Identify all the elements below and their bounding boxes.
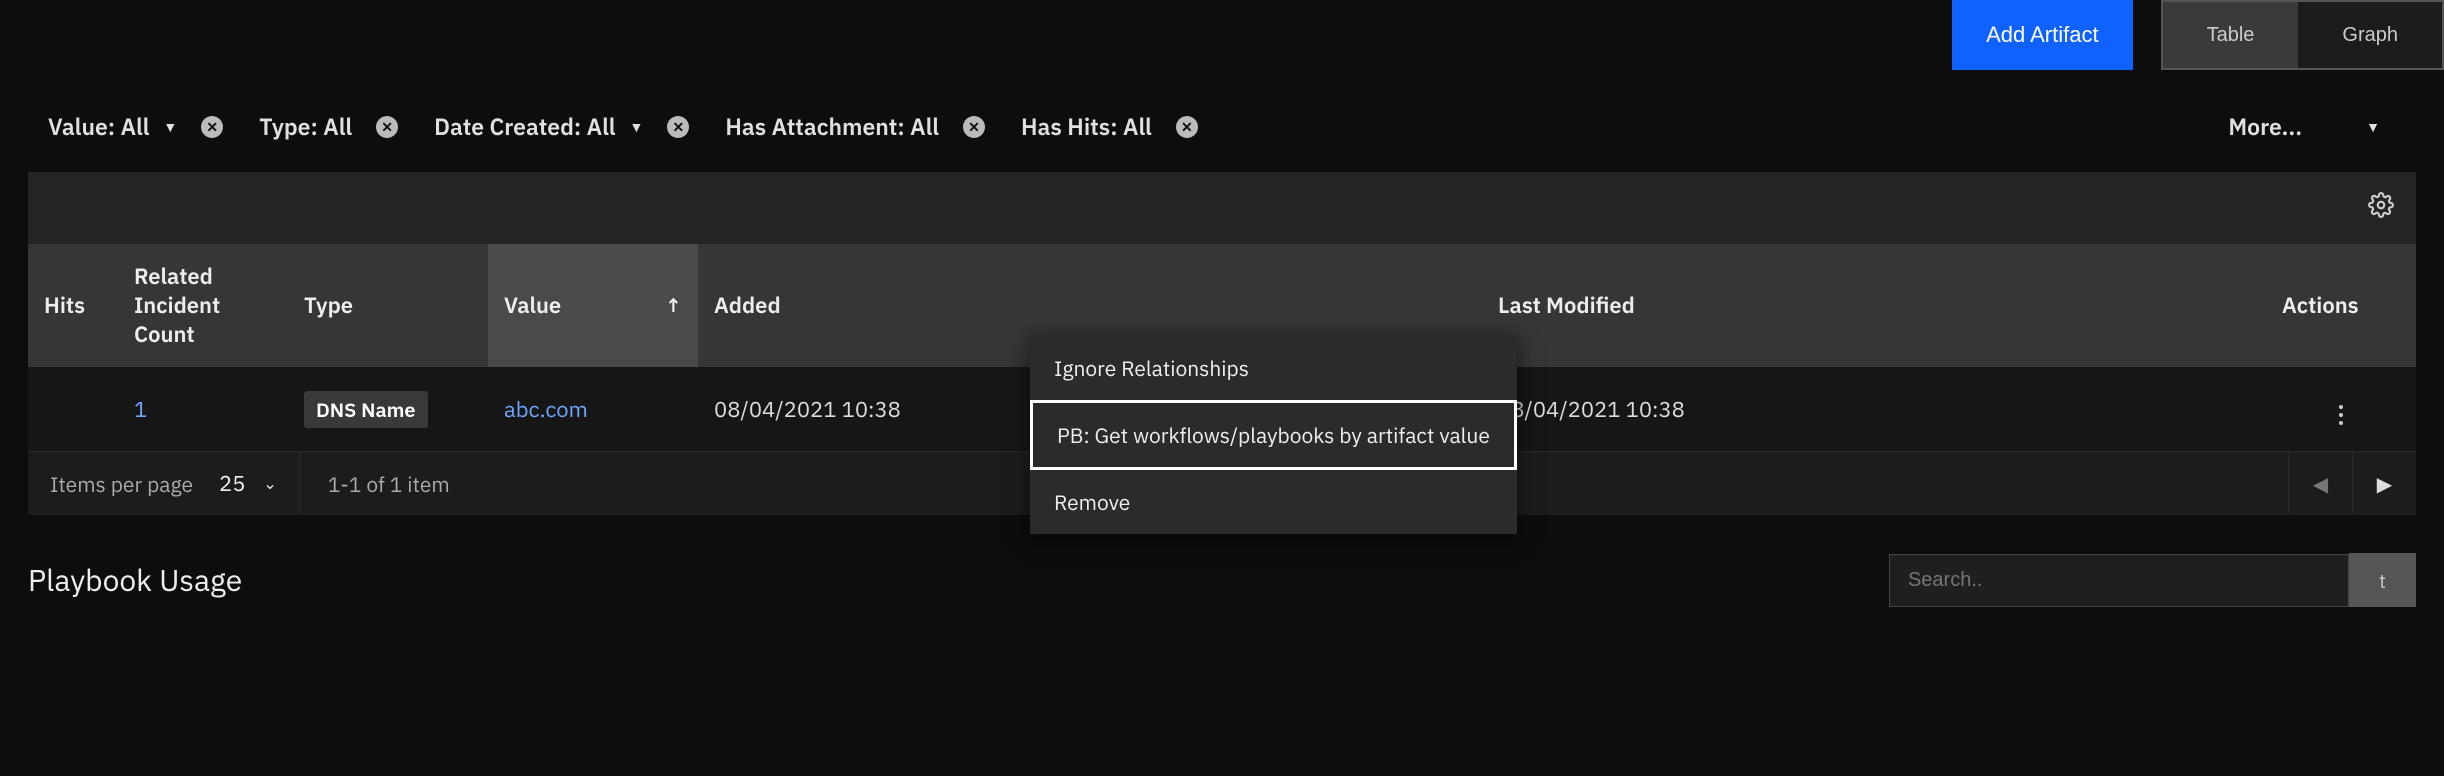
filter-date-created[interactable]: Date Created: All ▼ ✕	[434, 112, 689, 142]
row-actions-menu-icon[interactable]	[2329, 399, 2353, 431]
chevron-down-icon: ▼	[2366, 118, 2380, 136]
filter-has-attachment[interactable]: Has Attachment: All ✕	[725, 112, 985, 142]
filter-more-label: More...	[2228, 112, 2302, 142]
col-last-modified[interactable]: Last Modified	[1482, 244, 2266, 367]
filter-type-label: Type: All	[259, 112, 352, 142]
col-type[interactable]: Type	[288, 244, 488, 367]
pagination-range: 1-1 of 1 item	[300, 470, 478, 498]
filter-has-hits[interactable]: Has Hits: All ✕	[1021, 112, 1198, 142]
items-per-page-label: Items per page	[50, 470, 193, 498]
search-input[interactable]	[1889, 554, 2349, 607]
filter-date-label: Date Created: All	[434, 112, 615, 142]
row-context-menu: Ignore Relationships PB: Get workflows/p…	[1030, 336, 1517, 534]
col-actions: Actions	[2266, 244, 2416, 367]
chevron-down-icon: ▼	[163, 118, 177, 136]
gear-icon[interactable]	[2368, 192, 2394, 224]
clear-filter-value-icon[interactable]: ✕	[201, 116, 223, 138]
sort-asc-icon: ↑	[664, 291, 682, 318]
col-related[interactable]: Related Incident Count	[118, 244, 288, 367]
page-size-value: 25	[219, 469, 245, 498]
cell-modified: 08/04/2021 10:38	[1482, 367, 2266, 451]
filter-type[interactable]: Type: All ✕	[259, 112, 398, 142]
value-link[interactable]: abc.com	[504, 395, 588, 424]
view-graph-tab[interactable]: Graph	[2298, 2, 2442, 68]
filter-value-label: Value: All	[48, 112, 149, 142]
filter-hits-label: Has Hits: All	[1021, 112, 1152, 142]
type-badge: DNS Name	[304, 391, 428, 428]
menu-get-workflows[interactable]: PB: Get workflows/playbooks by artifact …	[1030, 400, 1517, 470]
chevron-down-icon: ⌄	[263, 474, 276, 494]
next-page-button[interactable]: ▶	[2352, 452, 2416, 515]
filter-value[interactable]: Value: All ▼ ✕	[48, 112, 223, 142]
search-suffix-button[interactable]: t	[2349, 553, 2416, 607]
chevron-down-icon: ▼	[630, 118, 644, 136]
col-hits[interactable]: Hits	[28, 244, 118, 367]
section-title: Playbook Usage	[28, 561, 242, 600]
related-link[interactable]: 1	[134, 395, 147, 424]
filter-more[interactable]: More... ▼	[2228, 112, 2396, 142]
view-toggle: Table Graph	[2161, 0, 2444, 70]
clear-filter-hits-icon[interactable]: ✕	[1176, 116, 1198, 138]
filter-attach-label: Has Attachment: All	[725, 112, 939, 142]
view-table-tab[interactable]: Table	[2163, 2, 2299, 68]
menu-ignore-relationships[interactable]: Ignore Relationships	[1030, 336, 1517, 400]
col-value-label: Value	[504, 291, 561, 320]
prev-page-button[interactable]: ◀	[2288, 452, 2352, 515]
page-size-select[interactable]: 25 ⌄	[219, 469, 277, 498]
clear-filter-attach-icon[interactable]: ✕	[963, 116, 985, 138]
cell-hits	[28, 367, 118, 451]
col-value[interactable]: Value ↑	[488, 244, 698, 367]
menu-remove[interactable]: Remove	[1030, 470, 1517, 534]
clear-filter-type-icon[interactable]: ✕	[376, 116, 398, 138]
clear-filter-date-icon[interactable]: ✕	[667, 116, 689, 138]
add-artifact-button[interactable]: Add Artifact	[1952, 0, 2133, 70]
